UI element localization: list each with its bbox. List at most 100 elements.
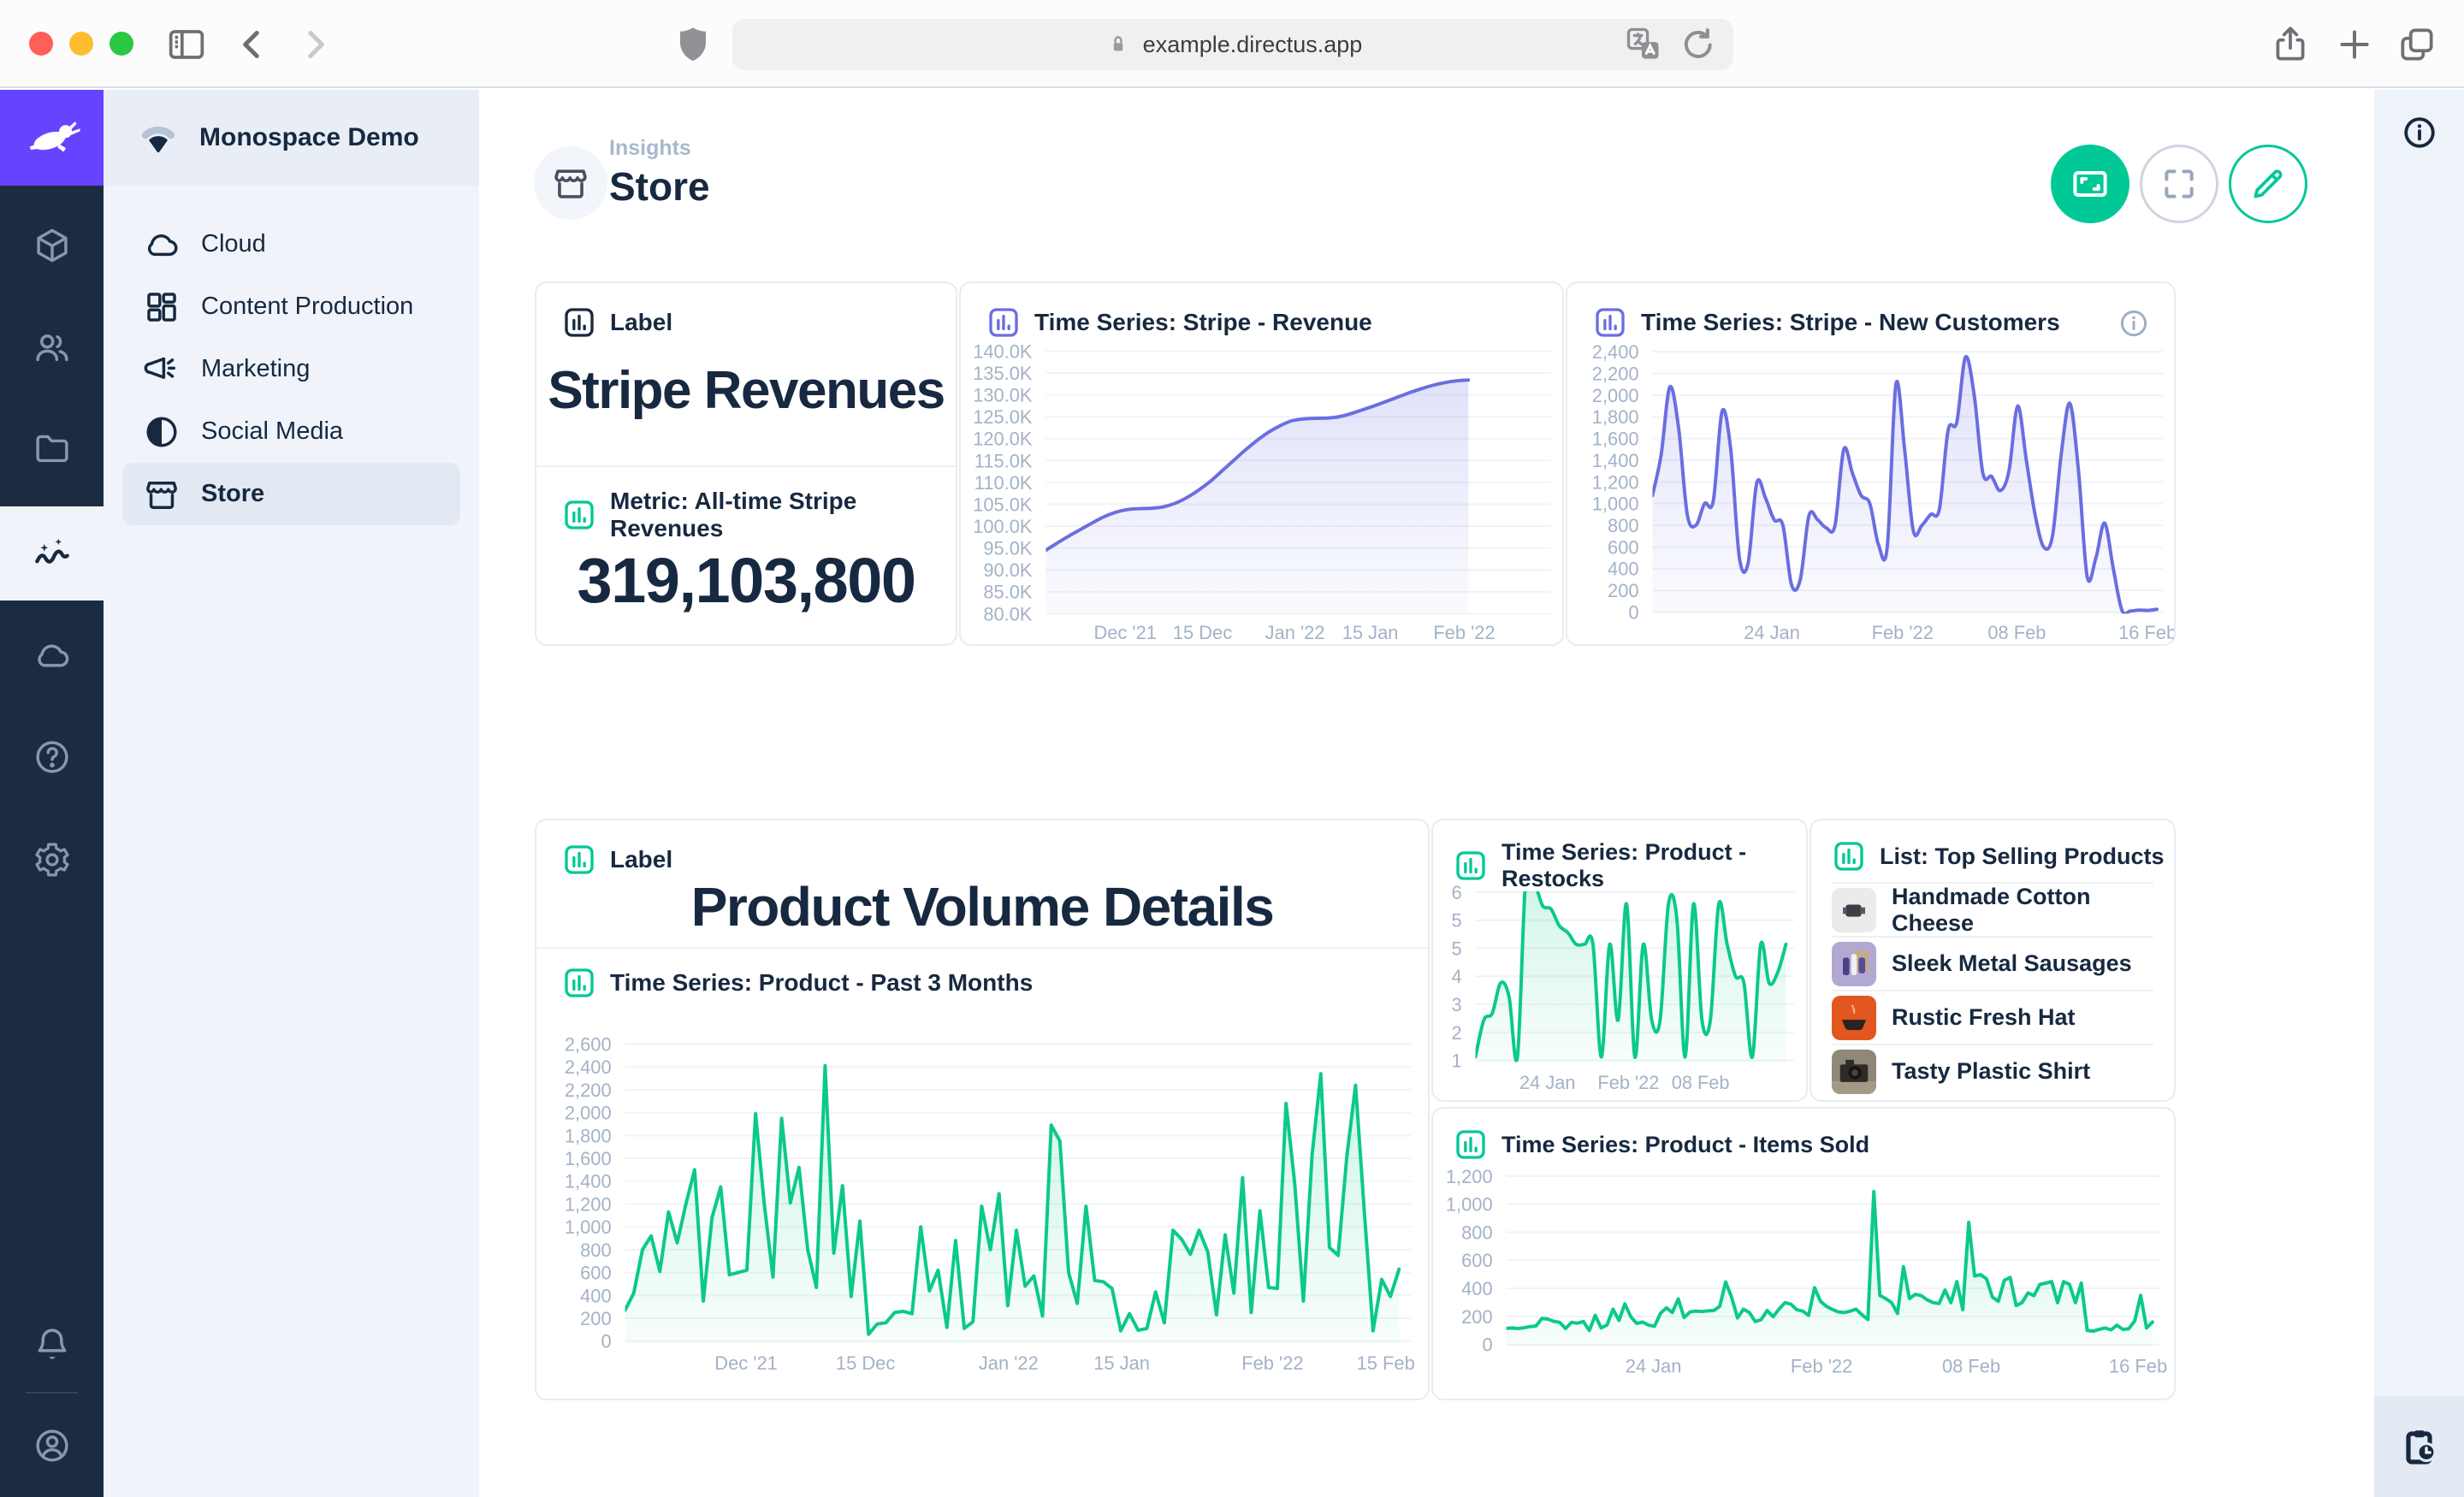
module-cloud-icon[interactable]: [0, 608, 104, 702]
project-header[interactable]: Monospace Demo: [104, 90, 479, 186]
translate-icon[interactable]: [1622, 23, 1665, 66]
project-name: Monospace Demo: [199, 123, 419, 152]
svg-text:16 Feb: 16 Feb: [2118, 622, 2174, 643]
svg-text:2,000: 2,000: [1592, 385, 1639, 406]
panel-type-icon: [1832, 839, 1866, 873]
insights-dashboard: Insights Store Label Stripe Revenues Met…: [479, 90, 2374, 1497]
module-insights-icon[interactable]: [0, 506, 104, 601]
fit-screen-icon: [2070, 163, 2111, 204]
auto-refresh-button[interactable]: [2051, 145, 2129, 223]
browser-chrome: example.directus.app: [0, 0, 2464, 88]
svg-text:6: 6: [1452, 882, 1462, 903]
svg-text:115.0K: 115.0K: [974, 450, 1033, 471]
sidebar-item-label: Social Media: [201, 417, 343, 446]
user-avatar-icon[interactable]: [0, 1399, 104, 1493]
edit-dashboard-button[interactable]: [2229, 145, 2307, 223]
svg-text:1,400: 1,400: [1592, 450, 1639, 471]
svg-text:Jan '22: Jan '22: [979, 1352, 1039, 1374]
svg-text:1,200: 1,200: [1592, 471, 1639, 493]
clipboard-clock-icon: [2399, 1426, 2440, 1467]
notifications-bell-icon[interactable]: [0, 1298, 104, 1392]
svg-text:15 Dec: 15 Dec: [1173, 622, 1232, 643]
reload-icon[interactable]: [1677, 23, 1720, 66]
panel-stripe-new-customers: Time Series: Stripe - New Customers 2,40…: [1566, 281, 2176, 646]
tab-overview-icon[interactable]: [2396, 23, 2438, 66]
zoom-window-button[interactable]: [110, 32, 133, 56]
panel-product-items-sold: Time Series: Product - Items Sold 1,200 …: [1431, 1107, 2176, 1400]
product-thumbnail: [1832, 1050, 1876, 1094]
back-button[interactable]: [231, 23, 274, 66]
product-name: Rustic Fresh Hat: [1892, 1004, 2076, 1031]
window-controls: [29, 32, 133, 56]
svg-text:4: 4: [1452, 966, 1462, 987]
privacy-shield-icon[interactable]: [672, 23, 714, 66]
cloud-icon: [143, 226, 181, 263]
sidebar-item-social-media[interactable]: Social Media: [122, 400, 460, 463]
page-title: Store: [609, 163, 710, 210]
list-item[interactable]: Sleek Metal Sausages: [1832, 936, 2153, 990]
module-help-icon[interactable]: [0, 710, 104, 804]
sidebar-toggle-icon[interactable]: [165, 23, 208, 66]
svg-text:135.0K: 135.0K: [973, 363, 1033, 384]
svg-text:15 Jan: 15 Jan: [1093, 1352, 1150, 1374]
module-users-icon[interactable]: [0, 300, 104, 394]
sidebar-item-content-production[interactable]: Content Production: [122, 275, 460, 338]
svg-text:110.0K: 110.0K: [974, 472, 1033, 494]
storefront-icon: [551, 163, 590, 203]
list-item[interactable]: Rustic Fresh Hat: [1832, 990, 2153, 1044]
svg-text:15 Dec: 15 Dec: [836, 1352, 895, 1374]
fullscreen-button[interactable]: [2140, 145, 2218, 223]
directus-logo[interactable]: [0, 90, 104, 186]
address-bar[interactable]: example.directus.app: [732, 19, 1733, 70]
svg-text:2,600: 2,600: [565, 1034, 612, 1056]
forward-button[interactable]: [293, 23, 336, 66]
list-item[interactable]: Handmade Cotton Cheese: [1832, 882, 2153, 936]
svg-text:0: 0: [1628, 601, 1638, 623]
list-item[interactable]: Tasty Plastic Shirt: [1832, 1044, 2153, 1098]
storefront-icon: [143, 476, 181, 513]
activity-drawer-button[interactable]: [2374, 1396, 2464, 1497]
svg-text:0: 0: [601, 1331, 611, 1352]
svg-text:24 Jan: 24 Jan: [1744, 622, 1800, 643]
share-icon[interactable]: [2269, 23, 2312, 66]
dashboard-badge: [534, 146, 607, 220]
svg-text:600: 600: [1608, 536, 1638, 558]
close-window-button[interactable]: [29, 32, 53, 56]
svg-text:1: 1: [1452, 1050, 1462, 1072]
panel-divider: [536, 465, 956, 467]
module-settings-icon[interactable]: [0, 813, 104, 907]
svg-text:1,200: 1,200: [1446, 1166, 1493, 1187]
new-tab-icon[interactable]: [2333, 23, 2376, 66]
svg-text:1,000: 1,000: [565, 1216, 612, 1238]
svg-text:400: 400: [1608, 559, 1638, 580]
minimize-window-button[interactable]: [69, 32, 93, 56]
metric-value: 319,103,800: [536, 544, 956, 617]
module-files-icon[interactable]: [0, 402, 104, 496]
panel-top-selling-products: List: Top Selling Products Handmade Cott…: [1810, 819, 2176, 1102]
svg-text:600: 600: [580, 1263, 612, 1284]
module-content-icon[interactable]: [0, 198, 104, 293]
product-thumbnail: [1832, 996, 1876, 1040]
panel-product-restocks: Time Series: Product - Restocks 6 5 5 4 …: [1431, 819, 1808, 1102]
svg-text:120.0K: 120.0K: [973, 429, 1033, 450]
sidebar-item-label: Marketing: [201, 355, 310, 383]
module-bar: [0, 90, 104, 1497]
directus-app: Monospace Demo Cloud Content Production …: [0, 90, 2464, 1497]
sidebar-item-cloud[interactable]: Cloud: [122, 213, 460, 275]
svg-text:1,400: 1,400: [565, 1171, 612, 1192]
url-text: example.directus.app: [1143, 32, 1363, 58]
megaphone-icon: [143, 351, 181, 388]
items-sold-chart: 1,200 1,000 800 600 400 200 024 JanFeb '…: [1433, 1109, 2174, 1399]
new-customers-chart: 2,400 2,200 2,000 1,800 1,600 1,400 1,20…: [1567, 283, 2174, 644]
svg-text:1,800: 1,800: [1592, 406, 1639, 428]
fullscreen-icon: [2160, 165, 2198, 203]
breadcrumb[interactable]: Insights: [609, 136, 691, 161]
sidebar-item-store[interactable]: Store: [122, 463, 460, 525]
sidebar-item-label: Content Production: [201, 293, 413, 321]
svg-text:1,800: 1,800: [565, 1125, 612, 1146]
sidebar-item-marketing[interactable]: Marketing: [122, 338, 460, 400]
module-bar-divider: [26, 1392, 78, 1393]
svg-text:400: 400: [1461, 1278, 1493, 1299]
info-sidebar-icon[interactable]: [2374, 114, 2464, 151]
svg-text:130.0K: 130.0K: [973, 385, 1033, 406]
